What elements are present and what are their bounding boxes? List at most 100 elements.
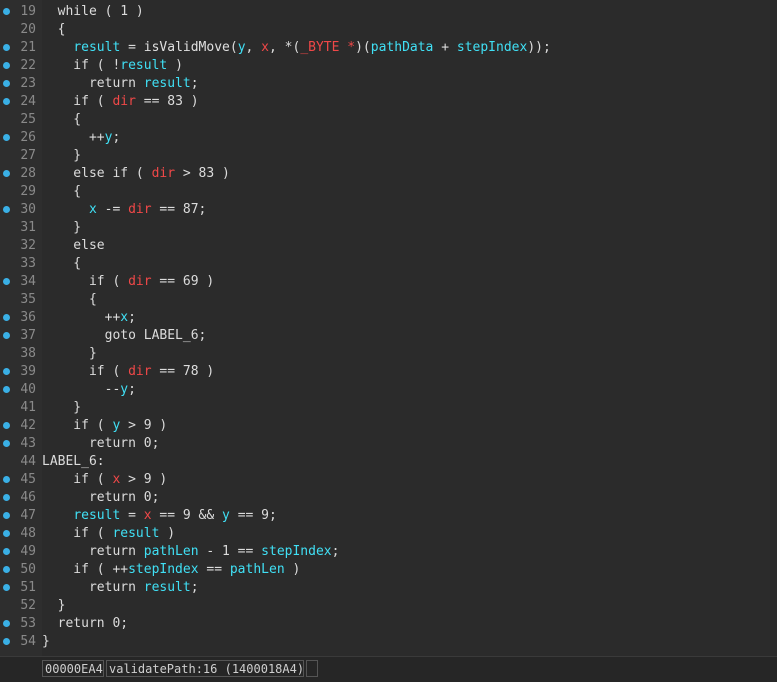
- execution-dot-icon[interactable]: [3, 98, 10, 105]
- execution-dot-icon[interactable]: [3, 386, 10, 393]
- execution-dot-icon[interactable]: [3, 368, 10, 375]
- code-line[interactable]: 35 {: [0, 291, 777, 309]
- execution-dot-icon[interactable]: [3, 332, 10, 339]
- execution-dot-icon[interactable]: [3, 134, 10, 141]
- code-line[interactable]: 45 if ( x > 9 ): [0, 471, 777, 489]
- execution-dot-icon[interactable]: [3, 512, 10, 519]
- code-line[interactable]: 54}: [0, 633, 777, 651]
- execution-dot-icon[interactable]: [3, 80, 10, 87]
- code-text[interactable]: if ( x > 9 ): [42, 471, 167, 489]
- identifier-token[interactable]: x: [144, 508, 152, 523]
- execution-dot-icon[interactable]: [3, 494, 10, 501]
- code-line[interactable]: 47 result = x == 9 && y == 9;: [0, 507, 777, 525]
- identifier-token[interactable]: y: [238, 40, 246, 55]
- code-text[interactable]: ++y;: [42, 129, 120, 147]
- identifier-token[interactable]: _BYTE *: [300, 40, 355, 55]
- identifier-token[interactable]: isValidMove: [144, 40, 230, 55]
- execution-dot-icon[interactable]: [3, 170, 10, 177]
- identifier-token[interactable]: stepIndex: [261, 544, 331, 559]
- execution-dot-icon[interactable]: [3, 422, 10, 429]
- code-text[interactable]: {: [42, 291, 97, 309]
- identifier-token[interactable]: x: [261, 40, 269, 55]
- code-text[interactable]: goto LABEL_6;: [42, 327, 207, 345]
- code-line[interactable]: 22 if ( !result ): [0, 57, 777, 75]
- identifier-token[interactable]: result: [73, 508, 120, 523]
- code-line[interactable]: 51 return result;: [0, 579, 777, 597]
- identifier-token[interactable]: stepIndex: [457, 40, 527, 55]
- code-line[interactable]: 34 if ( dir == 69 ): [0, 273, 777, 291]
- code-text[interactable]: return 0;: [42, 615, 128, 633]
- identifier-token[interactable]: x: [89, 202, 97, 217]
- code-line[interactable]: 21 result = isValidMove(y, x, *(_BYTE *)…: [0, 39, 777, 57]
- code-line[interactable]: 40 --y;: [0, 381, 777, 399]
- code-text[interactable]: if ( dir == 83 ): [42, 93, 198, 111]
- code-line[interactable]: 49 return pathLen - 1 == stepIndex;: [0, 543, 777, 561]
- code-line[interactable]: 39 if ( dir == 78 ): [0, 363, 777, 381]
- code-text[interactable]: ++x;: [42, 309, 136, 327]
- code-text[interactable]: result = x == 9 && y == 9;: [42, 507, 277, 525]
- identifier-token[interactable]: result: [144, 76, 191, 91]
- code-text[interactable]: while ( 1 ): [42, 3, 144, 21]
- identifier-token[interactable]: y: [222, 508, 230, 523]
- identifier-token[interactable]: pathData: [371, 40, 434, 55]
- identifier-token[interactable]: result: [112, 526, 159, 541]
- code-line[interactable]: 36 ++x;: [0, 309, 777, 327]
- code-line[interactable]: 23 return result;: [0, 75, 777, 93]
- code-line[interactable]: 42 if ( y > 9 ): [0, 417, 777, 435]
- code-text[interactable]: {: [42, 21, 66, 39]
- code-line[interactable]: 24 if ( dir == 83 ): [0, 93, 777, 111]
- execution-dot-icon[interactable]: [3, 314, 10, 321]
- code-line[interactable]: 31 }: [0, 219, 777, 237]
- execution-dot-icon[interactable]: [3, 548, 10, 555]
- identifier-token[interactable]: pathLen: [230, 562, 285, 577]
- execution-dot-icon[interactable]: [3, 638, 10, 645]
- execution-dot-icon[interactable]: [3, 584, 10, 591]
- code-text[interactable]: return result;: [42, 75, 199, 93]
- code-text[interactable]: return pathLen - 1 == stepIndex;: [42, 543, 340, 561]
- code-text[interactable]: return 0;: [42, 489, 159, 507]
- code-text[interactable]: --y;: [42, 381, 136, 399]
- code-line[interactable]: 28 else if ( dir > 83 ): [0, 165, 777, 183]
- execution-dot-icon[interactable]: [3, 278, 10, 285]
- execution-dot-icon[interactable]: [3, 44, 10, 51]
- code-line[interactable]: 41 }: [0, 399, 777, 417]
- identifier-token[interactable]: result: [144, 580, 191, 595]
- code-text[interactable]: }: [42, 633, 50, 651]
- code-line[interactable]: 19 while ( 1 ): [0, 3, 777, 21]
- execution-dot-icon[interactable]: [3, 620, 10, 627]
- identifier-token[interactable]: dir: [128, 202, 151, 217]
- code-line[interactable]: 52 }: [0, 597, 777, 615]
- code-text[interactable]: }: [42, 597, 66, 615]
- identifier-token[interactable]: pathLen: [144, 544, 199, 559]
- identifier-token[interactable]: dir: [112, 94, 135, 109]
- code-line[interactable]: 26 ++y;: [0, 129, 777, 147]
- code-line[interactable]: 44 LABEL_6:: [0, 453, 777, 471]
- code-line[interactable]: 30 x -= dir == 87;: [0, 201, 777, 219]
- code-text[interactable]: result = isValidMove(y, x, *(_BYTE *)(pa…: [42, 39, 551, 57]
- code-text[interactable]: }: [42, 219, 81, 237]
- identifier-token[interactable]: x: [120, 310, 128, 325]
- code-text[interactable]: if ( dir == 78 ): [42, 363, 214, 381]
- code-line[interactable]: 48 if ( result ): [0, 525, 777, 543]
- code-line[interactable]: 20 {: [0, 21, 777, 39]
- code-text[interactable]: x -= dir == 87;: [42, 201, 206, 219]
- code-text[interactable]: if ( ++stepIndex == pathLen ): [42, 561, 300, 579]
- execution-dot-icon[interactable]: [3, 8, 10, 15]
- code-text[interactable]: return result;: [42, 579, 199, 597]
- code-line[interactable]: 37 goto LABEL_6;: [0, 327, 777, 345]
- code-line[interactable]: 32 else: [0, 237, 777, 255]
- identifier-token[interactable]: result: [73, 40, 120, 55]
- code-text[interactable]: else if ( dir > 83 ): [42, 165, 230, 183]
- code-text[interactable]: }: [42, 147, 81, 165]
- code-text[interactable]: }: [42, 345, 97, 363]
- code-line[interactable]: 50 if ( ++stepIndex == pathLen ): [0, 561, 777, 579]
- code-line[interactable]: 25 {: [0, 111, 777, 129]
- code-text[interactable]: }: [42, 399, 81, 417]
- code-text[interactable]: if ( dir == 69 ): [42, 273, 214, 291]
- code-line[interactable]: 29 {: [0, 183, 777, 201]
- code-text[interactable]: {: [42, 255, 81, 273]
- code-text[interactable]: LABEL_6:: [42, 453, 105, 471]
- code-text[interactable]: if ( y > 9 ): [42, 417, 167, 435]
- code-line[interactable]: 38 }: [0, 345, 777, 363]
- execution-dot-icon[interactable]: [3, 566, 10, 573]
